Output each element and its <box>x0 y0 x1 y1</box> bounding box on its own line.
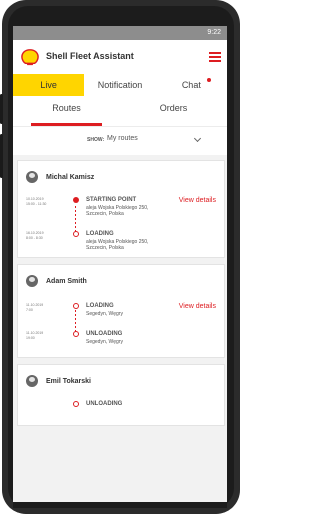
power-button <box>0 134 3 178</box>
filter-label: SHOW: <box>87 137 105 143</box>
stop-marker-open <box>73 331 79 337</box>
stop-address: Segedyn, Węgry <box>86 339 123 345</box>
tab-routes[interactable]: Routes <box>13 96 120 126</box>
avatar <box>26 375 38 387</box>
volume-button <box>0 94 3 124</box>
stop-marker-open <box>73 231 79 237</box>
shell-logo-icon <box>21 49 39 66</box>
app-screen: 9:22 Shell Fleet Assistant Live Notifica… <box>13 26 227 502</box>
route-stop: 11.10.2019 19:00 UNLOADING Segedyn, Węgr… <box>26 329 222 353</box>
stop-datetime: 10.10.2019 15:00 - 11:30 <box>26 197 60 207</box>
chat-badge <box>206 78 211 82</box>
view-details-link[interactable]: View details <box>179 303 216 310</box>
stop-type: UNLOADING <box>86 401 123 407</box>
main-tabs: Live Notification Chat <box>13 74 227 97</box>
avatar <box>26 275 38 287</box>
stop-time: 7:00 <box>26 308 33 312</box>
stop-datetime: 11.10.2019 19:00 <box>26 331 60 341</box>
hamburger-menu-icon[interactable] <box>209 52 221 62</box>
stop-marker-open <box>73 303 79 309</box>
tab-orders[interactable]: Orders <box>120 96 227 126</box>
filter-value: My routes <box>107 135 138 142</box>
stop-time: 8:00 - 8:30 <box>26 236 43 240</box>
route-card: Emil Tokarski UNLOADING <box>17 364 225 426</box>
chevron-down-icon <box>193 134 202 143</box>
route-card-header: Emil Tokarski <box>26 375 91 387</box>
driver-name: Michal Kamisz <box>46 173 95 181</box>
tab-chat[interactable]: Chat <box>156 74 227 96</box>
stop-type: LOADING <box>86 231 114 237</box>
view-details-link[interactable]: View details <box>179 197 216 204</box>
sub-tabs: Routes Orders <box>13 96 227 126</box>
stop-type: STARTING POINT <box>86 197 137 203</box>
tab-live[interactable]: Live <box>13 74 85 96</box>
route-stop: UNLOADING <box>26 399 222 423</box>
routes-filter[interactable]: SHOW: My routes <box>13 126 227 155</box>
stop-datetime: 11.10.2019 7:00 <box>26 303 60 313</box>
driver-name: Adam Smith <box>46 277 87 285</box>
tab-notification[interactable]: Notification <box>84 74 155 96</box>
tab-chat-label: Chat <box>181 80 201 90</box>
route-stop: 10.10.2019 15:00 - 11:30 STARTING POINT … <box>26 195 222 219</box>
app-header: Shell Fleet Assistant <box>13 40 227 75</box>
route-stop: 11.10.2019 7:00 LOADING Segedyn, Węgry V… <box>26 301 222 325</box>
route-card: Michal Kamisz 10.10.2019 15:00 - 11:30 S… <box>17 160 225 258</box>
avatar <box>26 171 38 183</box>
status-bar: 9:22 <box>13 26 227 40</box>
stop-marker-filled <box>73 197 79 203</box>
stop-address: aleja Wojska Polskiego 250, Szczecin, Po… <box>86 205 149 217</box>
stop-datetime: 16.10.2019 8:00 - 8:30 <box>26 231 60 241</box>
stop-address: Segedyn, Węgry <box>86 311 123 317</box>
phone-frame: 9:22 Shell Fleet Assistant Live Notifica… <box>0 0 251 524</box>
stop-type: UNLOADING <box>86 331 123 337</box>
stop-time: 19:00 <box>26 336 35 340</box>
stop-address: aleja Wojska Polskiego 250, Szczecin, Po… <box>86 239 149 251</box>
route-card-header: Michal Kamisz <box>26 171 94 183</box>
stop-type: LOADING <box>86 303 114 309</box>
app-title: Shell Fleet Assistant <box>46 51 134 61</box>
bottom-bezel <box>13 502 227 508</box>
status-time: 9:22 <box>207 29 221 36</box>
route-card: Adam Smith 11.10.2019 7:00 LOADING Seged… <box>17 264 225 358</box>
driver-name: Emil Tokarski <box>46 377 92 385</box>
stop-marker-open <box>73 401 79 407</box>
route-stop: 16.10.2019 8:00 - 8:30 LOADING aleja Woj… <box>26 229 222 253</box>
stop-time: 15:00 - 11:30 <box>26 202 47 206</box>
route-card-header: Adam Smith <box>26 275 87 287</box>
